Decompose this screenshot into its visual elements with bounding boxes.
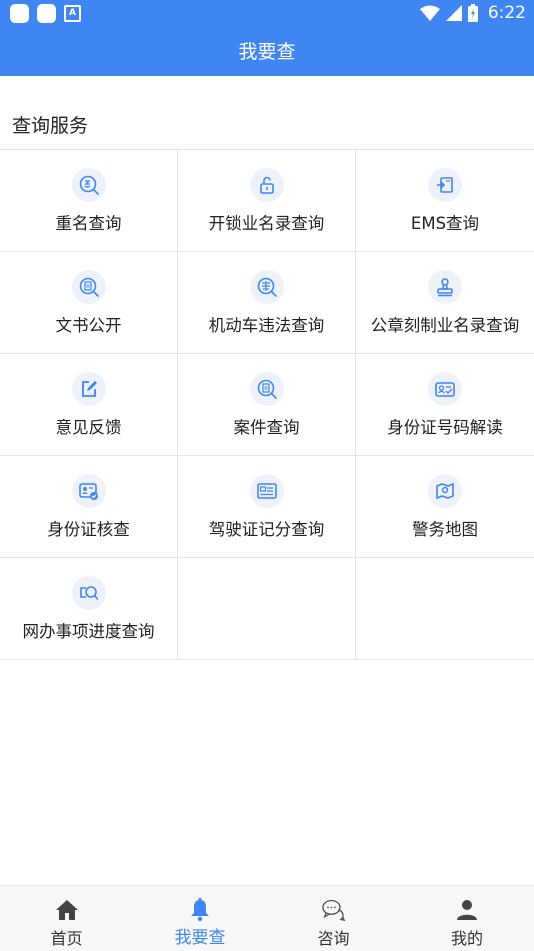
service-label: EMS查询 <box>410 214 480 233</box>
tab-label: 咨询 <box>317 929 350 948</box>
id-verify-icon <box>71 474 106 508</box>
service-online-progress[interactable]: 网办事项进度查询 <box>0 558 178 660</box>
id-card-icon <box>428 372 462 406</box>
service-seal-engraving[interactable]: 公章刻制业名录查询 <box>356 252 534 354</box>
service-police-map[interactable]: 警务地图 <box>356 456 534 558</box>
service-label: 身份证核查 <box>47 520 130 539</box>
service-label: 文书公开 <box>55 316 122 335</box>
ems-box-icon <box>428 168 462 202</box>
service-unlock-directory[interactable]: 开锁业名录查询 <box>178 150 356 252</box>
a-notification-icon: A <box>64 5 81 22</box>
service-label: 驾驶证记分查询 <box>208 520 325 539</box>
service-name-search[interactable]: 重名查询 <box>0 150 178 252</box>
section-title: 查询服务 <box>12 115 89 137</box>
page-title: 我要查 <box>0 28 534 76</box>
case-search-icon <box>249 372 284 406</box>
system-indicators: 6:22 <box>419 3 526 23</box>
document-search-icon <box>71 270 106 304</box>
empty-cell <box>356 558 534 660</box>
service-label: 案件查询 <box>233 418 300 437</box>
empty-cell <box>178 558 356 660</box>
map-icon <box>428 474 462 508</box>
service-id-verify[interactable]: 身份证核查 <box>0 456 178 558</box>
driver-license-icon <box>249 474 284 508</box>
service-vehicle-violation[interactable]: 机动车违法查询 <box>178 252 356 354</box>
tab-home[interactable]: 首页 <box>0 886 133 951</box>
feedback-edit-icon <box>71 372 106 406</box>
service-label: 重名查询 <box>55 214 122 233</box>
signal-icon <box>445 5 462 21</box>
tab-search[interactable]: 我要查 <box>133 886 267 951</box>
home-icon <box>55 898 79 922</box>
name-search-icon <box>71 168 106 202</box>
service-label: 公章刻制业名录查询 <box>370 316 520 335</box>
person-icon <box>455 898 479 922</box>
bell-icon <box>188 898 212 922</box>
service-document-disclosure[interactable]: 文书公开 <box>0 252 178 354</box>
app-notification-icon <box>37 4 56 23</box>
status-bar: A 6:22 <box>0 0 534 28</box>
tab-label: 我的 <box>450 929 483 948</box>
service-label: 网办事项进度查询 <box>22 622 155 641</box>
tab-consult[interactable]: 咨询 <box>267 886 400 951</box>
app-notification-icon <box>10 4 29 23</box>
chat-icon <box>321 898 346 922</box>
clock: 6:22 <box>487 3 526 23</box>
service-ems[interactable]: EMS查询 <box>356 150 534 252</box>
notification-icons: A <box>10 4 81 23</box>
service-driver-license-points[interactable]: 驾驶证记分查询 <box>178 456 356 558</box>
unlock-icon <box>249 168 284 202</box>
tab-label: 我要查 <box>174 928 226 948</box>
service-label: 开锁业名录查询 <box>208 214 325 233</box>
service-grid: 重名查询 开锁业名录查询 EMS查询 文书公开 机动车违法查询 公章刻制业名录查… <box>0 149 534 660</box>
wifi-icon <box>419 5 440 21</box>
service-label: 机动车违法查询 <box>208 316 325 335</box>
service-case-query[interactable]: 案件查询 <box>178 354 356 456</box>
tab-label: 首页 <box>50 929 83 948</box>
service-label: 意见反馈 <box>55 418 122 437</box>
progress-search-icon <box>71 576 106 610</box>
service-id-number-decode[interactable]: 身份证号码解读 <box>356 354 534 456</box>
service-label: 身份证号码解读 <box>387 418 503 437</box>
bottom-tab-bar: 首页 我要查 咨询 我的 <box>0 885 534 951</box>
vehicle-violation-icon <box>249 270 284 304</box>
battery-icon <box>467 4 478 22</box>
service-label: 警务地图 <box>412 520 478 539</box>
stamp-icon <box>428 270 462 304</box>
service-feedback[interactable]: 意见反馈 <box>0 354 178 456</box>
tab-mine[interactable]: 我的 <box>400 886 534 951</box>
